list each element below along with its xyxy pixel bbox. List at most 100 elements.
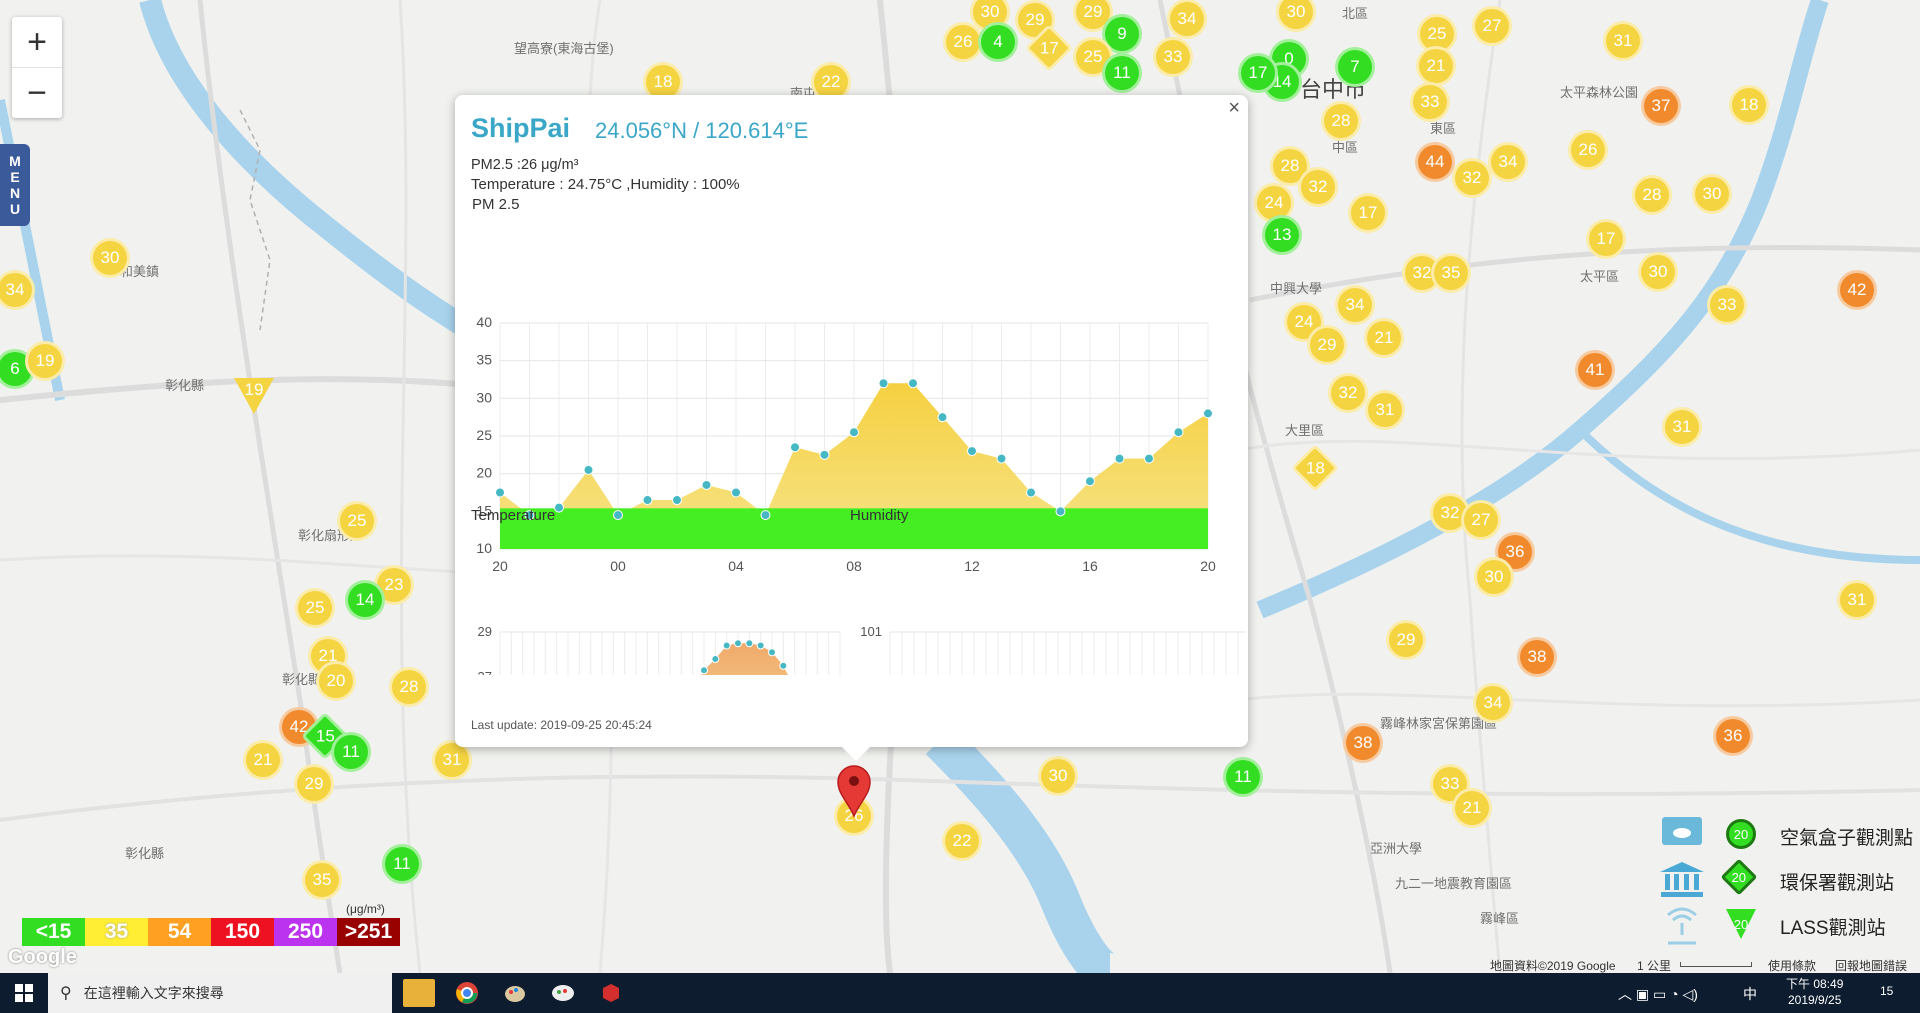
station-marker[interactable]: 33: [1410, 82, 1450, 122]
scale-label: 1 公里: [1637, 959, 1672, 973]
station-marker[interactable]: 14: [345, 580, 385, 620]
clock[interactable]: 下午 08:49 2019/9/25: [1786, 976, 1843, 1008]
marker-value: 17: [1596, 229, 1616, 248]
station-type-legend: 20 環保署觀測站: [1660, 858, 1920, 900]
station-marker[interactable]: 22: [942, 821, 982, 861]
station-marker[interactable]: 31: [1837, 580, 1877, 620]
notification-icon[interactable]: 15: [1880, 984, 1893, 998]
station-marker[interactable]: 37: [1641, 86, 1681, 126]
station-marker[interactable]: 44: [1415, 142, 1455, 182]
station-marker[interactable]: 35: [302, 860, 342, 900]
station-marker[interactable]: 30: [1038, 756, 1078, 796]
station-marker[interactable]: 28: [389, 667, 429, 707]
marker-value: 21: [253, 750, 273, 769]
station-marker[interactable]: 30: [90, 238, 130, 278]
station-marker[interactable]: 38: [1517, 637, 1557, 677]
station-marker[interactable]: 17: [1348, 193, 1388, 233]
taskbar-search-input[interactable]: ⚲ 在這裡輸入文字來搜尋: [48, 973, 392, 1013]
station-marker[interactable]: 31: [1662, 407, 1702, 447]
paint-app-icon[interactable]: [499, 979, 531, 1007]
station-marker[interactable]: 32: [1452, 158, 1492, 198]
station-marker[interactable]: 34: [1335, 285, 1375, 325]
station-marker[interactable]: 41: [1575, 350, 1615, 390]
station-marker[interactable]: 30: [1638, 252, 1678, 292]
station-marker[interactable]: 38: [1343, 723, 1383, 763]
station-marker[interactable]: 20: [316, 661, 356, 701]
station-marker[interactable]: 11: [1102, 53, 1142, 93]
station-marker[interactable]: 21: [1452, 788, 1492, 828]
station-marker[interactable]: 28: [1321, 101, 1361, 141]
station-marker[interactable]: 25: [295, 588, 335, 628]
station-marker[interactable]: 31: [1603, 21, 1643, 61]
station-marker[interactable]: 21: [1416, 46, 1456, 86]
last-update: Last update: 2019-09-25 20:45:24: [471, 718, 652, 732]
windows-start-icon[interactable]: [8, 979, 40, 1007]
station-marker[interactable]: 28: [1632, 175, 1672, 215]
legend-item: 35: [85, 918, 148, 946]
close-icon[interactable]: ×: [1228, 97, 1240, 120]
marker-value: 25: [1083, 47, 1103, 66]
station-marker[interactable]: 19: [25, 341, 65, 381]
station-marker[interactable]: 32: [1298, 167, 1338, 207]
station-marker[interactable]: 34: [1167, 0, 1207, 39]
file-explorer-icon[interactable]: [403, 979, 435, 1007]
station-marker[interactable]: 7: [1335, 47, 1375, 87]
station-marker[interactable]: 21: [1364, 318, 1404, 358]
location-pin-icon[interactable]: [834, 762, 874, 818]
data-point: [1085, 476, 1095, 487]
marker-value: 26: [953, 32, 973, 51]
station-marker[interactable]: 30: [1692, 174, 1732, 214]
search-icon: ⚲: [60, 985, 72, 1002]
marker-value: 31: [1613, 31, 1633, 50]
station-marker[interactable]: 29: [1386, 620, 1426, 660]
marker-value: 32: [1308, 177, 1328, 196]
app-icon[interactable]: [547, 979, 579, 1007]
station-marker[interactable]: 36: [1713, 716, 1753, 756]
sketchup-icon[interactable]: [595, 979, 627, 1007]
station-marker[interactable]: 27: [1461, 500, 1501, 540]
marker-value: 28: [1331, 111, 1351, 130]
station-marker[interactable]: 27: [1472, 6, 1512, 46]
station-marker[interactable]: 26: [1568, 130, 1608, 170]
tray-icons[interactable]: ︿ ▣ ▭ ◔ ◁): [1618, 984, 1698, 1004]
station-marker[interactable]: 30: [1474, 557, 1514, 597]
report-error-link[interactable]: 回報地圖錯誤: [1835, 957, 1907, 974]
station-marker[interactable]: 25: [337, 501, 377, 541]
marker-value: 11: [342, 742, 360, 761]
station-marker[interactable]: 17: [1586, 219, 1626, 259]
data-point: [937, 412, 948, 423]
station-marker[interactable]: 34: [1488, 142, 1528, 182]
data-point: [967, 446, 977, 457]
terms-link[interactable]: 使用條款: [1768, 957, 1816, 974]
station-marker[interactable]: 11: [1223, 757, 1263, 797]
station-marker[interactable]: 4: [978, 22, 1018, 62]
station-marker[interactable]: 35: [1431, 253, 1471, 293]
zoom-in-button[interactable]: +: [12, 17, 62, 67]
station-marker[interactable]: 18: [1729, 85, 1769, 125]
station-popup: ShipPai 24.056°N / 120.614°E × PM2.5 :26…: [455, 95, 1248, 761]
station-marker[interactable]: 29: [294, 764, 334, 804]
station-marker[interactable]: 11: [331, 732, 371, 772]
station-marker[interactable]: 17: [1238, 53, 1278, 93]
map-place-label: 霧峰區: [1480, 911, 1520, 926]
station-marker[interactable]: 13: [1262, 215, 1302, 255]
menu-tab[interactable]: MENU: [0, 144, 30, 226]
station-marker[interactable]: 33: [1153, 37, 1193, 77]
station-marker[interactable]: 29: [1307, 325, 1347, 365]
data-point: [701, 479, 712, 490]
zoom-out-button[interactable]: −: [12, 68, 62, 118]
station-marker[interactable]: 42: [1837, 270, 1877, 310]
station-marker[interactable]: 11: [382, 844, 422, 884]
ime-indicator[interactable]: 中: [1743, 984, 1757, 1004]
station-marker[interactable]: 33: [1707, 285, 1747, 325]
station-marker[interactable]: 32: [1328, 373, 1368, 413]
marker-value: 30: [1286, 2, 1306, 21]
station-marker[interactable]: 21: [243, 740, 283, 780]
marker-value: 35: [1441, 263, 1461, 282]
station-marker[interactable]: 31: [1365, 390, 1405, 430]
station-marker[interactable]: 26: [943, 22, 983, 62]
chrome-icon[interactable]: [451, 979, 483, 1007]
station-marker[interactable]: 34: [1473, 683, 1513, 723]
marker-value: 27: [1471, 510, 1491, 529]
marker-value: 29: [1317, 335, 1337, 354]
